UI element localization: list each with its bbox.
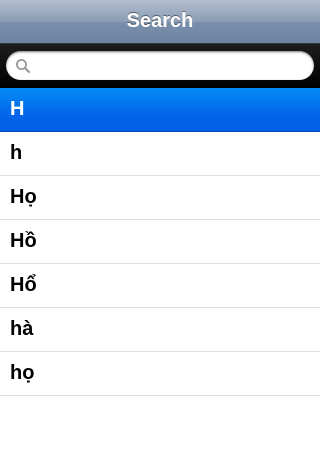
list-item-label: Hồ — [10, 230, 37, 252]
list-item-label: Họ — [10, 186, 37, 208]
page-title: Search — [126, 10, 194, 32]
list-item[interactable]: H — [0, 88, 320, 132]
list-item-label: H — [10, 98, 25, 120]
list-item[interactable]: h — [0, 132, 320, 176]
search-bar — [0, 44, 320, 88]
list-item[interactable]: họ — [0, 352, 320, 396]
list-item[interactable]: Hổ — [0, 264, 320, 308]
search-icon — [16, 59, 31, 74]
list-item[interactable]: hà — [0, 308, 320, 352]
list-item-label: Hổ — [10, 274, 37, 296]
list-item[interactable]: Họ — [0, 176, 320, 220]
search-screen: Search H h Họ Hồ Hổ hà họ — [0, 0, 320, 460]
list-item[interactable]: Hồ — [0, 220, 320, 264]
search-field[interactable] — [6, 51, 314, 80]
list-item-label: hà — [10, 318, 34, 340]
results-list: H h Họ Hồ Hổ hà họ — [0, 88, 320, 396]
list-item-label: họ — [10, 362, 35, 384]
navigation-bar: Search — [0, 0, 320, 44]
search-input[interactable] — [34, 54, 304, 77]
list-item-label: h — [10, 142, 23, 164]
